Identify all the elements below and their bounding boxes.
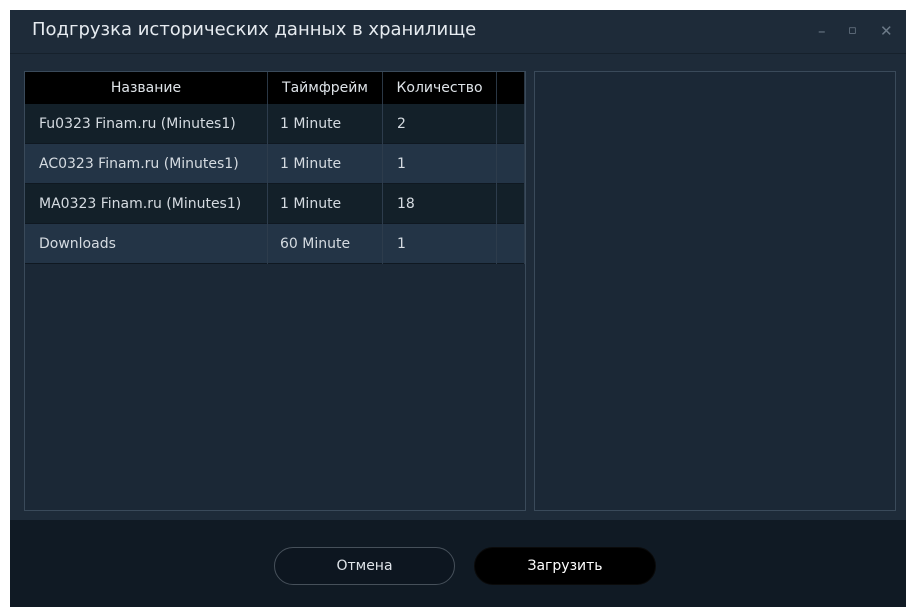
grid-header: Название Таймфрейм Количество: [25, 72, 525, 104]
cell-name: Downloads: [25, 224, 268, 264]
cancel-button[interactable]: Отмена: [274, 547, 455, 585]
cell-count: 18: [383, 184, 497, 224]
dialog-footer: Отмена Загрузить: [10, 520, 906, 607]
detail-panel: [534, 71, 896, 511]
column-header-timeframe[interactable]: Таймфрейм: [268, 72, 383, 104]
cell-filler: [497, 104, 525, 144]
minimize-icon[interactable]: –: [818, 23, 826, 39]
column-header-filler: [497, 72, 525, 104]
cell-filler: [497, 144, 525, 184]
cell-timeframe: 1 Minute: [268, 144, 383, 184]
cell-timeframe: 60 Minute: [268, 224, 383, 264]
cell-name: MA0323 Finam.ru (Minutes1): [25, 184, 268, 224]
cell-timeframe: 1 Minute: [268, 104, 383, 144]
title-bar: Подгрузка исторических данных в хранилищ…: [10, 10, 906, 54]
cell-name: Fu0323 Finam.ru (Minutes1): [25, 104, 268, 144]
table-row[interactable]: AC0323 Finam.ru (Minutes1) 1 Minute 1: [25, 144, 525, 184]
cell-name: AC0323 Finam.ru (Minutes1): [25, 144, 268, 184]
securities-grid: Название Таймфрейм Количество Fu0323 Fin…: [24, 71, 526, 511]
cell-count: 2: [383, 104, 497, 144]
cell-filler: [497, 184, 525, 224]
table-row[interactable]: Downloads 60 Minute 1: [25, 224, 525, 264]
window-title: Подгрузка исторических данных в хранилищ…: [32, 19, 477, 40]
maximize-icon[interactable]: ▫: [848, 23, 857, 39]
close-icon[interactable]: ✕: [880, 23, 893, 39]
dialog-window: Подгрузка исторических данных в хранилищ…: [10, 10, 906, 607]
cell-count: 1: [383, 144, 497, 184]
cell-count: 1: [383, 224, 497, 264]
cell-timeframe: 1 Minute: [268, 184, 383, 224]
load-button[interactable]: Загрузить: [474, 547, 656, 585]
table-row[interactable]: MA0323 Finam.ru (Minutes1) 1 Minute 18: [25, 184, 525, 224]
column-header-name[interactable]: Название: [25, 72, 268, 104]
column-header-count[interactable]: Количество: [383, 72, 497, 104]
cell-filler: [497, 224, 525, 264]
table-row[interactable]: Fu0323 Finam.ru (Minutes1) 1 Minute 2: [25, 104, 525, 144]
